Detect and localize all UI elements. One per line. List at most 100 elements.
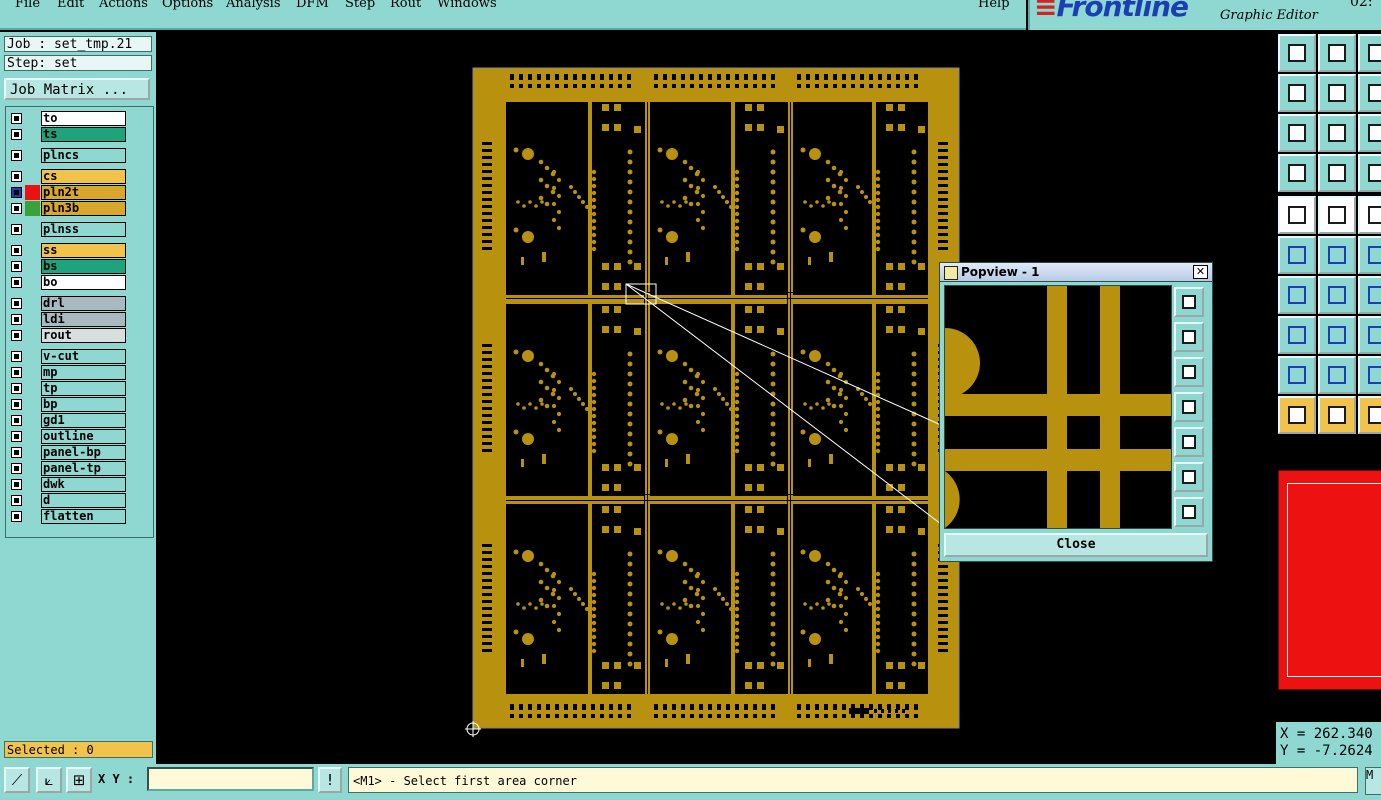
layer-checkbox[interactable]	[11, 245, 22, 256]
layer-name[interactable]: plncs	[41, 148, 126, 163]
layer-name[interactable]: mp	[41, 365, 126, 380]
menu-edit[interactable]: Edit	[57, 0, 84, 11]
connect-button[interactable]	[1278, 316, 1316, 354]
net-line-button[interactable]	[1318, 316, 1356, 354]
resize-button[interactable]	[1358, 316, 1381, 354]
angle-tool-button[interactable]: ⟀	[36, 767, 62, 793]
layer-checkbox[interactable]	[11, 351, 22, 362]
layer-row-v-cut[interactable]: v-cut	[6, 349, 129, 364]
layer-name[interactable]: plnss	[41, 222, 126, 237]
layer-checkbox[interactable]	[11, 203, 22, 214]
xy-input[interactable]	[147, 767, 314, 791]
select-shape-button[interactable]	[1278, 196, 1316, 234]
layer-row-mp[interactable]: mp	[6, 365, 129, 380]
layer-name[interactable]: panel-bp	[41, 445, 126, 460]
rotate-button[interactable]	[1358, 74, 1381, 112]
node-edit-button[interactable]	[1278, 236, 1316, 274]
layer-name[interactable]: cs	[41, 169, 126, 184]
menu-step[interactable]: Step	[345, 0, 375, 11]
menu-options[interactable]: Options	[162, 0, 213, 11]
edit-line-button[interactable]	[1318, 196, 1356, 234]
menu-analysis[interactable]: Analysis	[226, 0, 281, 11]
layer-row-d[interactable]: d	[6, 493, 129, 508]
layer-row-bp[interactable]: bp	[6, 397, 129, 412]
layer-name[interactable]: gd1	[41, 413, 126, 428]
layer-row-plnss[interactable]: plnss	[6, 222, 129, 237]
pan-up-button[interactable]	[1358, 34, 1381, 72]
layer-row-bo[interactable]: bo	[6, 275, 129, 290]
polygon-add-button[interactable]	[1278, 356, 1316, 394]
layer-row-ts[interactable]: ts	[6, 127, 129, 142]
popview-pan-left-button[interactable]	[1174, 392, 1204, 422]
line-angle-button[interactable]	[1278, 276, 1316, 314]
menu-windows[interactable]: Windows	[437, 0, 497, 11]
pointer-circle-button[interactable]	[1358, 396, 1381, 434]
layer-checkbox[interactable]	[11, 298, 22, 309]
zoom-window-button[interactable]	[1318, 34, 1356, 72]
scale-button[interactable]	[1358, 114, 1381, 152]
layer-checkbox[interactable]	[11, 383, 22, 394]
pointer-button[interactable]	[1278, 396, 1316, 434]
layer-row-tp[interactable]: tp	[6, 381, 129, 396]
popview-titlebar[interactable]: Popview - 1 ✕	[940, 263, 1212, 282]
layer-name[interactable]: tp	[41, 381, 126, 396]
layer-name[interactable]: bo	[41, 275, 126, 290]
layer-checkbox[interactable]	[11, 415, 22, 426]
layer-checkbox[interactable]	[11, 171, 22, 182]
grid-snap-button[interactable]: ⊞	[66, 767, 92, 793]
layer-checkbox[interactable]	[11, 463, 22, 474]
layer-list-scrollbar[interactable]	[128, 106, 154, 538]
layer-name[interactable]: panel-tp	[41, 461, 126, 476]
move-button[interactable]	[1358, 236, 1381, 274]
menu-help[interactable]: Help	[978, 0, 1010, 11]
layer-name[interactable]: dwk	[41, 477, 126, 492]
layer-checkbox[interactable]	[11, 314, 22, 325]
grid-button[interactable]	[1318, 154, 1356, 192]
layer-name[interactable]: ss	[41, 243, 126, 258]
m-button[interactable]: M	[1365, 767, 1381, 795]
layer-row-ss[interactable]: ss	[6, 243, 129, 258]
popview-pan-down-button[interactable]	[1174, 357, 1204, 387]
draw-line-button[interactable]	[1318, 276, 1356, 314]
menu-rout[interactable]: Rout	[390, 0, 421, 11]
layer-name[interactable]: pln3b	[41, 201, 126, 216]
layer-row-pln3b[interactable]: pln3b	[6, 201, 129, 216]
layer-checkbox[interactable]	[11, 399, 22, 410]
layer-checkbox[interactable]	[11, 261, 22, 272]
layer-name[interactable]: drl	[41, 296, 126, 311]
layer-name[interactable]: ts	[41, 127, 126, 142]
popview-zoom-in-button[interactable]	[1174, 287, 1204, 317]
layer-row-bs[interactable]: bs	[6, 259, 129, 274]
popview-pan-up-button[interactable]	[1174, 322, 1204, 352]
layer-name[interactable]: to	[41, 111, 126, 126]
layer-checkbox[interactable]	[11, 113, 22, 124]
layer-row-gd1[interactable]: gd1	[6, 413, 129, 428]
layer-row-pln2t[interactable]: pln2t	[6, 185, 129, 200]
layer-name[interactable]: pln2t	[41, 185, 126, 200]
polygon-edit-button[interactable]	[1318, 356, 1356, 394]
layer-row-outline[interactable]: outline	[6, 429, 129, 444]
layer-checkbox[interactable]	[11, 330, 22, 341]
menu-actions[interactable]: Actions	[99, 0, 148, 11]
layer-row-cs[interactable]: cs	[6, 169, 129, 184]
layer-color-swatch[interactable]	[25, 185, 40, 200]
layer-name[interactable]: outline	[41, 429, 126, 444]
layer-name[interactable]: flatten	[41, 509, 126, 524]
layer-name[interactable]: ldi	[41, 312, 126, 327]
polygon-mark-button[interactable]	[1358, 356, 1381, 394]
popview-expand-button[interactable]	[1174, 497, 1204, 527]
cross-point-button[interactable]	[1318, 236, 1356, 274]
layer-row-to[interactable]: to	[6, 111, 129, 126]
layer-row-plncs[interactable]: plncs	[6, 148, 129, 163]
layer-checkbox[interactable]	[11, 187, 22, 198]
layer-name[interactable]: bp	[41, 397, 126, 412]
layer-checkbox[interactable]	[11, 367, 22, 378]
layer-row-flatten[interactable]: flatten	[6, 509, 129, 524]
layer-checkbox[interactable]	[11, 511, 22, 522]
line-tool-button[interactable]: ⟋	[4, 767, 30, 793]
layer-color-swatch[interactable]	[25, 201, 40, 216]
pointer-box-button[interactable]	[1318, 396, 1356, 434]
alert-button[interactable]: !	[318, 767, 342, 793]
layer-row-panel-bp[interactable]: panel-bp	[6, 445, 129, 460]
popview-canvas[interactable]	[944, 285, 1172, 529]
